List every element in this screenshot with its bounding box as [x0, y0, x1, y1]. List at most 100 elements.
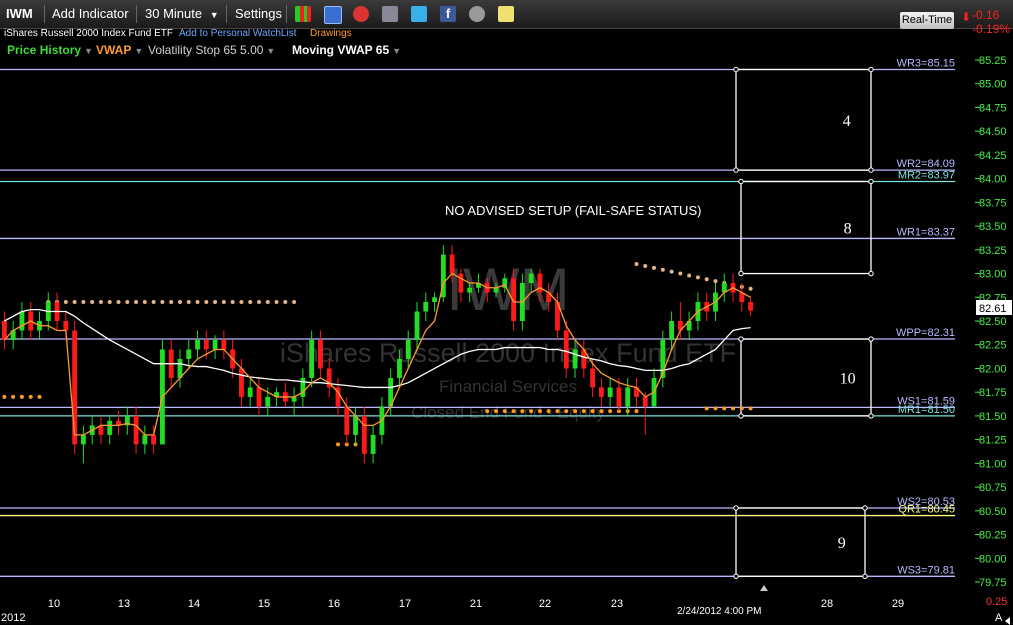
- volatility-stop-dot: [660, 267, 665, 272]
- candle-body: [1, 321, 7, 340]
- volatility-stop-dot: [713, 406, 718, 411]
- volatility-stop-dot: [230, 300, 235, 305]
- candle-body: [107, 420, 113, 435]
- volatility-stop-dot: [599, 409, 604, 414]
- candle-body: [353, 415, 358, 435]
- candle-body: [625, 387, 631, 407]
- candle-body: [598, 387, 604, 397]
- x-tick-label: 22: [539, 598, 551, 610]
- candle-body: [221, 339, 227, 350]
- volatility-stop-dot: [283, 300, 288, 305]
- candle-body: [537, 273, 543, 293]
- candle-body: [309, 339, 315, 378]
- volatility-stop-dot: [151, 300, 156, 305]
- zone-handle: [862, 505, 868, 511]
- candle-body: [423, 302, 429, 312]
- year-label: 2012: [1, 612, 25, 624]
- candle-body: [607, 387, 613, 397]
- x-tick-label: 15: [258, 598, 270, 610]
- candle-body: [142, 434, 148, 445]
- zone-handle: [868, 167, 874, 173]
- candle-body: [203, 339, 209, 350]
- volatility-stop-dot: [195, 300, 200, 305]
- candle-body: [467, 287, 473, 293]
- volatility-stop-dot: [546, 409, 551, 414]
- last-price-label: 82.61: [979, 303, 1007, 315]
- candle-body: [397, 358, 402, 378]
- zone-handle: [868, 178, 874, 185]
- volatility-stop-dot: [28, 394, 33, 399]
- candle-body: [19, 311, 25, 331]
- volatility-stop-dot: [678, 271, 683, 276]
- y-tick-label: 84.50: [979, 126, 1007, 138]
- volatility-stop-dot: [248, 300, 253, 305]
- volatility-stop-dot: [669, 269, 674, 274]
- volatility-stop-dot: [81, 300, 86, 305]
- y-tick-label: 83.25: [979, 245, 1007, 257]
- zone-handle: [738, 336, 744, 342]
- volatility-stop-dot: [704, 406, 709, 411]
- zone-handle: [733, 167, 739, 173]
- y-tick-label: 81.50: [979, 411, 1007, 423]
- candle-body: [748, 302, 754, 311]
- pivot-label: WR1=83.37: [897, 226, 955, 238]
- volatility-stop-dot: [687, 273, 692, 278]
- y-tick-label: 80.50: [979, 506, 1007, 518]
- candle-body: [344, 406, 350, 435]
- zone-handle: [738, 178, 744, 185]
- candle-body: [80, 434, 86, 445]
- candle-body: [370, 434, 376, 454]
- candle-body: [63, 321, 69, 331]
- volatility-stop-dot: [520, 409, 525, 414]
- last-bar-time: 2/24/2012 4:00 PM: [677, 606, 762, 617]
- volatility-stop-dot: [11, 394, 16, 399]
- candle-body: [247, 387, 253, 397]
- volatility-stop-dot: [529, 409, 534, 414]
- volatility-stop-dot: [748, 286, 753, 291]
- candle-body: [405, 339, 411, 359]
- y-tick-label: 81.00: [979, 458, 1007, 470]
- pivot-label: WR2=84.09: [897, 158, 955, 170]
- y-tick-label: 84.25: [979, 150, 1007, 162]
- scroll-left-icon[interactable]: [1005, 617, 1010, 625]
- volatility-stop-dot: [748, 406, 753, 411]
- volatility-stop-dot: [502, 409, 507, 414]
- zone-number: 4: [843, 113, 851, 130]
- candle-body: [642, 396, 648, 407]
- volatility-stop-dot: [704, 277, 709, 282]
- volatility-stop-dot: [221, 300, 226, 305]
- candle-body: [502, 278, 508, 288]
- y-tick-label: 82.25: [979, 340, 1007, 352]
- zone-handle: [733, 573, 739, 580]
- y-axis: 85.25 85.00 84.75 84.50 84.25 84.00 83.75 83.50…: [975, 55, 1007, 589]
- pivot-label: MR1=81.50: [898, 404, 955, 416]
- x-tick-label: 14: [188, 598, 200, 610]
- candle-body: [572, 349, 578, 369]
- volatility-stop-dot: [274, 300, 279, 305]
- pivot-label: WPP=82.31: [896, 327, 955, 339]
- candle-body: [300, 377, 306, 397]
- x-tick-label: 10: [48, 598, 60, 610]
- volatility-stop-dot: [90, 300, 95, 305]
- volatility-stop-dot: [72, 300, 77, 305]
- zone-handle: [733, 505, 739, 511]
- pivot-label: WS3=79.81: [897, 564, 955, 576]
- y-tick-label: 84.75: [979, 102, 1007, 114]
- candle-body: [151, 434, 157, 445]
- x-tick-label: 21: [470, 598, 482, 610]
- volatility-stop-dot: [695, 275, 700, 280]
- zone-number: 10: [840, 370, 856, 387]
- watermark-name: iShares Russell 2000 Index Fund ETF: [280, 338, 736, 368]
- zone-handle: [868, 336, 874, 342]
- candle-body: [239, 368, 244, 397]
- chart-window: { "toolbar": { "symbol": "IWM", "add_ind…: [0, 0, 1013, 625]
- candle-body: [528, 273, 534, 284]
- scale-mode-button[interactable]: A: [995, 612, 1003, 624]
- zone-handle: [868, 413, 874, 419]
- zone-number: 9: [838, 535, 846, 552]
- price-chart[interactable]: IWM iShares Russell 2000 Index Fund ETF …: [0, 0, 1013, 625]
- y-tick-label: 82.00: [979, 363, 1007, 375]
- volatility-stop-dot: [134, 300, 139, 305]
- pivot-label: WR3=85.15: [897, 57, 955, 69]
- y-tick-label: 82.50: [979, 316, 1007, 328]
